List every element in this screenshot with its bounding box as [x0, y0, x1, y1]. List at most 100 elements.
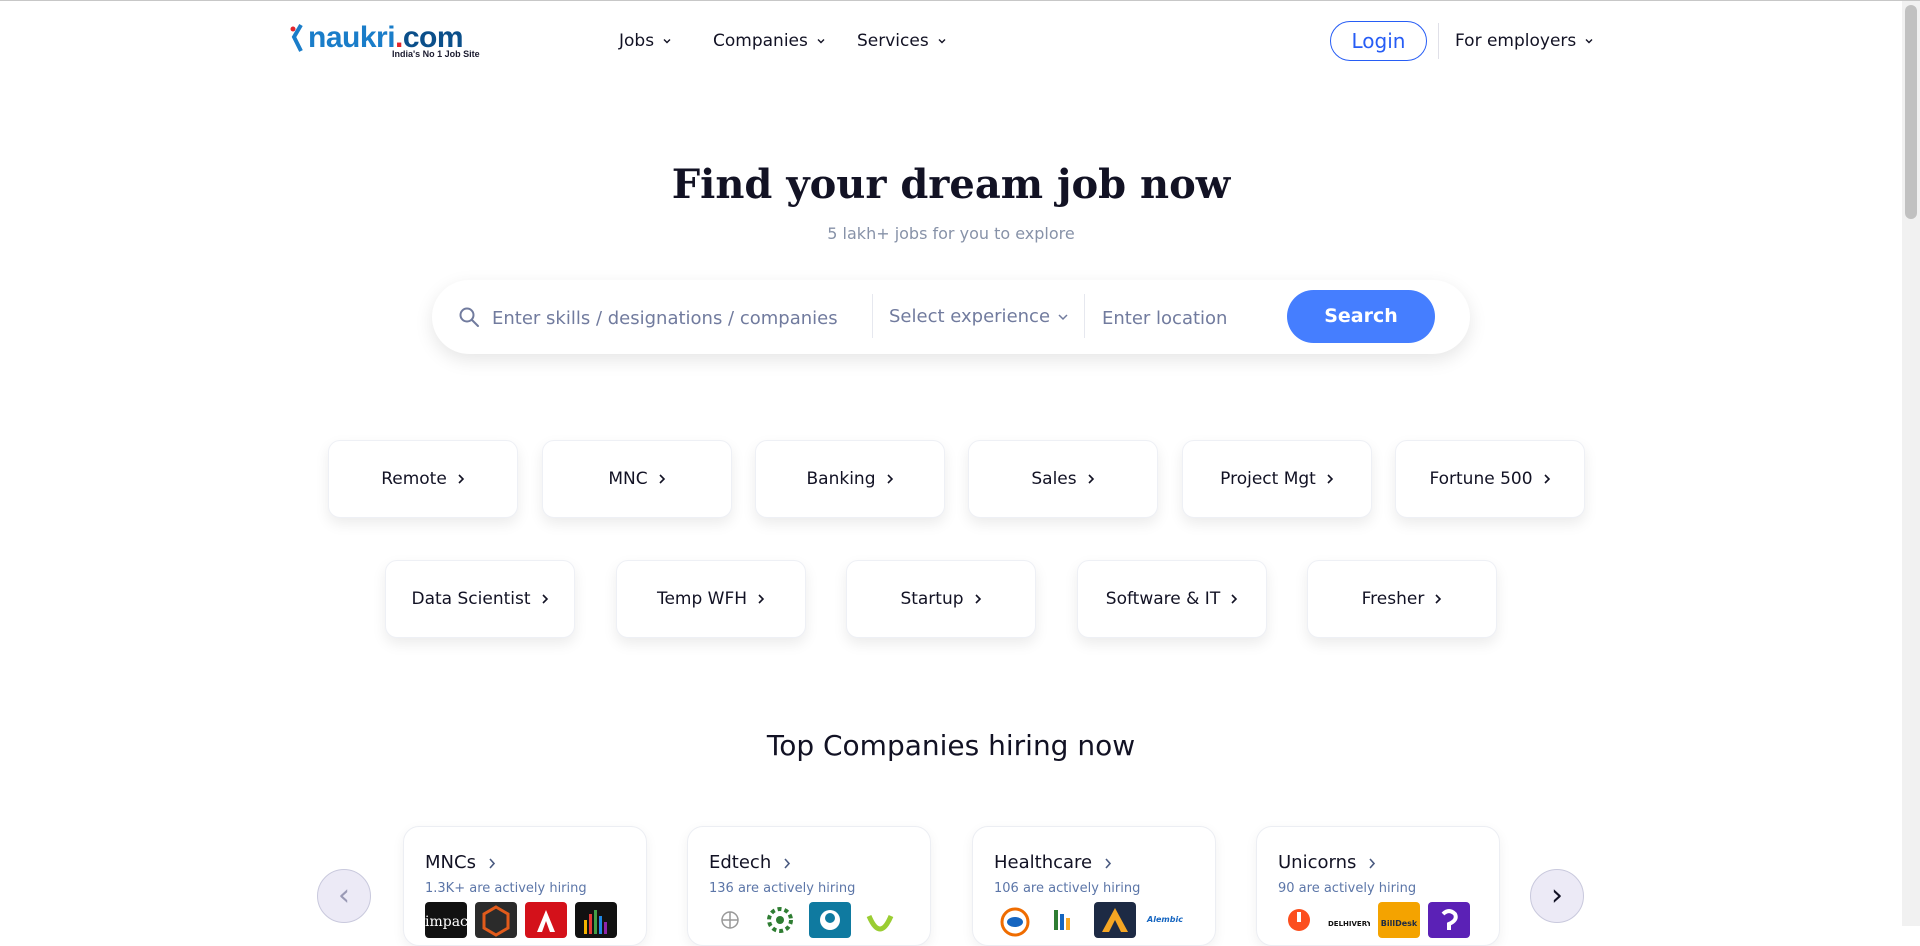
- chevron-right-icon: [489, 857, 496, 869]
- job-search-bar: Select experience Search: [432, 280, 1470, 354]
- nav-companies[interactable]: Companies: [713, 29, 826, 53]
- category-chip-label: Data Scientist: [411, 589, 531, 609]
- chevron-down-icon: [1058, 314, 1068, 321]
- category-chip-software-it[interactable]: Software & IT: [1077, 560, 1267, 638]
- category-chip-temp-wfh[interactable]: Temp WFH: [616, 560, 806, 638]
- category-chip-label: Banking: [806, 469, 876, 489]
- nav-services-label: Services: [857, 31, 929, 51]
- scrollbar-thumb[interactable]: [1905, 5, 1917, 219]
- company-card-mncs[interactable]: MNCs 1.3K+ are actively hiring impac: [403, 826, 647, 946]
- chevron-down-icon: [817, 39, 825, 44]
- category-chip-fresher[interactable]: Fresher: [1307, 560, 1497, 638]
- company-logo: impac: [425, 902, 467, 938]
- category-chip-label: Fortune 500: [1429, 469, 1533, 489]
- skills-input[interactable]: [490, 297, 864, 339]
- chevron-right-icon: [1369, 857, 1376, 869]
- company-card-name: MNCs: [425, 852, 476, 873]
- category-chip-banking[interactable]: Banking: [755, 440, 945, 518]
- nav-jobs-label: Jobs: [619, 31, 655, 51]
- company-logo: [709, 902, 751, 938]
- company-logo: Alembic: [1144, 902, 1186, 938]
- search-icon: [459, 307, 479, 327]
- category-chip-label: Temp WFH: [656, 589, 748, 609]
- hero-title: Find your dream job now: [671, 161, 1231, 208]
- company-logo: [1044, 902, 1086, 938]
- category-chip-label: Software & IT: [1105, 589, 1221, 609]
- category-chip-sales[interactable]: Sales: [968, 440, 1158, 518]
- company-card-count: 90 are actively hiring: [1278, 881, 1417, 896]
- category-chip-label: Fresher: [1361, 589, 1425, 609]
- nav-services[interactable]: Services: [857, 29, 947, 53]
- logo-tagline: India's No 1 Job Site: [392, 49, 480, 59]
- nav-jobs[interactable]: Jobs: [619, 29, 672, 53]
- category-chip-project-mgt[interactable]: Project Mgt: [1182, 440, 1372, 518]
- chevron-right-icon: [458, 474, 464, 484]
- nav-for-employers-label: For employers: [1455, 31, 1577, 51]
- chevron-right-icon: [1231, 594, 1238, 604]
- search-button[interactable]: Search: [1287, 290, 1435, 343]
- company-logo: [994, 902, 1036, 938]
- nav-for-employers[interactable]: For employers: [1455, 29, 1594, 53]
- company-card-name: Healthcare: [994, 852, 1093, 873]
- category-chip-label: Startup: [900, 589, 964, 609]
- experience-select[interactable]: Select experience: [889, 297, 1079, 337]
- company-logo: BillDesk: [1378, 902, 1420, 938]
- company-logo: [1428, 902, 1470, 938]
- nav-companies-label: Companies: [713, 31, 808, 51]
- page-scrollbar[interactable]: [1902, 1, 1920, 926]
- category-chip-label: Sales: [1031, 469, 1077, 489]
- company-card-title: Unicorns: [1278, 851, 1376, 875]
- company-logo: [809, 902, 851, 938]
- company-card-healthcare[interactable]: Healthcare 106 are actively hiring Alemb…: [972, 826, 1216, 946]
- header-divider: [1438, 23, 1439, 59]
- company-logo: [859, 902, 901, 938]
- chevron-right-icon: [886, 474, 893, 484]
- company-card-name: Edtech: [709, 852, 772, 873]
- login-button[interactable]: Login: [1330, 21, 1427, 61]
- category-chip-fortune-500[interactable]: Fortune 500: [1395, 440, 1585, 518]
- company-logo: [475, 902, 517, 938]
- location-input[interactable]: [1100, 297, 1284, 339]
- company-logo: [1278, 902, 1320, 938]
- company-logo: [759, 902, 801, 938]
- company-card-unicorns[interactable]: Unicorns 90 are actively hiring DELHIVER…: [1256, 826, 1500, 946]
- top-companies-title: Top Companies hiring now: [766, 729, 1136, 762]
- chevron-right-icon: [1105, 857, 1112, 869]
- category-chip-label: MNC: [608, 469, 648, 489]
- hero-subtitle: 5 lakh+ jobs for you to explore: [827, 224, 1075, 243]
- logo-text: naukri: [308, 21, 396, 54]
- category-chip-label: Project Mgt: [1220, 469, 1316, 489]
- chevron-right-icon: [1435, 594, 1442, 604]
- company-card-title: MNCs: [425, 851, 496, 875]
- chevron-right-icon: [1088, 474, 1094, 484]
- category-chip-mnc[interactable]: MNC: [542, 440, 732, 518]
- company-logo: DELHIVERY: [1328, 902, 1370, 938]
- category-chip-remote[interactable]: Remote: [328, 440, 518, 518]
- chevron-down-icon: [938, 39, 946, 44]
- company-card-name: Unicorns: [1278, 852, 1357, 873]
- chevron-right-icon: [1327, 474, 1333, 484]
- category-chip-startup[interactable]: Startup: [846, 560, 1036, 638]
- company-card-count: 106 are actively hiring: [994, 881, 1141, 896]
- company-card-title: Healthcare: [994, 851, 1112, 875]
- company-card-count: 1.3K+ are actively hiring: [425, 881, 587, 896]
- company-logos: impac: [425, 902, 617, 938]
- company-logo: [525, 902, 567, 938]
- logo-mark-icon: [290, 23, 303, 52]
- category-chip-data-scientist[interactable]: Data Scientist: [385, 560, 575, 638]
- chevron-right-icon: [784, 857, 791, 869]
- naukri-logo[interactable]: naukri.com India's No 1 Job Site: [290, 21, 494, 61]
- company-logos: DELHIVERY BillDesk: [1278, 902, 1470, 938]
- chevron-right-icon: [974, 594, 981, 604]
- company-card-edtech[interactable]: Edtech 136 are actively hiring: [687, 826, 931, 946]
- carousel-prev-button[interactable]: ‹: [317, 869, 371, 923]
- company-logos: [709, 902, 901, 938]
- company-logo: [1094, 902, 1136, 938]
- chevron-down-icon: [1585, 39, 1593, 44]
- company-card-title: Edtech: [709, 851, 791, 875]
- chevron-right-icon: [541, 594, 548, 604]
- chevron-down-icon: [663, 39, 671, 44]
- chevron-right-icon: [1543, 474, 1550, 484]
- carousel-next-button[interactable]: ›: [1530, 869, 1584, 923]
- company-card-count: 136 are actively hiring: [709, 881, 856, 896]
